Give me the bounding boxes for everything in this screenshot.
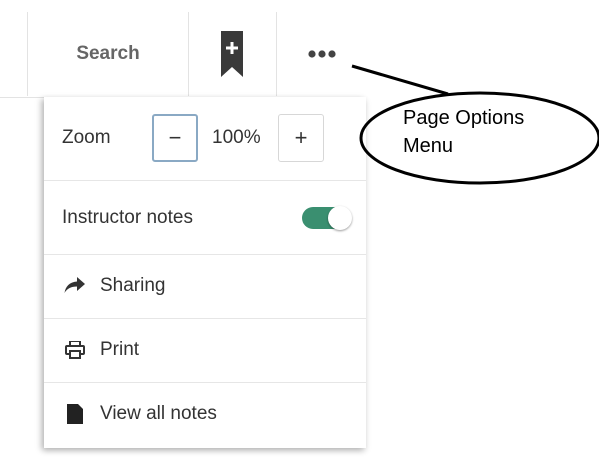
annotation-line-1: Page Options	[403, 107, 525, 129]
callout-annotation	[351, 64, 599, 185]
screenshot-canvas: Search Zoom − 100% + Instructor notes Sh…	[0, 0, 599, 458]
annotation-line-2: Menu	[403, 135, 454, 157]
annotation-label: Page Options Menu	[403, 104, 573, 160]
